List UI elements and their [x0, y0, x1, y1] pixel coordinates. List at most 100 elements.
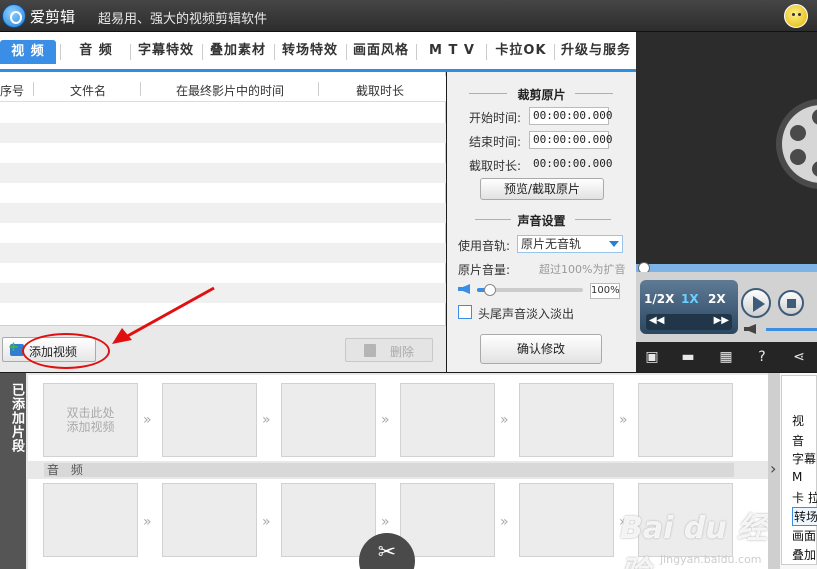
col-header-index[interactable]: 序号	[0, 82, 24, 99]
fade-checkbox[interactable]	[458, 305, 472, 319]
list-row[interactable]	[0, 103, 446, 123]
audio-clip-slot[interactable]	[519, 483, 614, 557]
volume-hint: 超过100%为扩音	[539, 263, 626, 276]
app-window: 爱剪辑 超易用、强大的视频剪辑软件 视 频 音 频 字幕特效 叠加素材 转场特效…	[0, 0, 817, 569]
speed-1x-button[interactable]: 1X	[681, 292, 699, 306]
preview-screen	[636, 32, 817, 264]
new-project-icon[interactable]: ▣	[644, 349, 660, 365]
speaker-icon	[458, 284, 470, 294]
chevron-right-icon: »	[262, 514, 271, 530]
list-footer: 添加视频 删除	[0, 325, 446, 372]
save-icon[interactable]: ▦	[718, 349, 734, 365]
tab-transition-effects[interactable]: 转场特效	[276, 38, 344, 64]
open-folder-icon[interactable]: ▬	[680, 349, 696, 365]
panel-toggle-chevron-icon[interactable]	[768, 373, 780, 569]
feature-item-karaoke[interactable]: 卡 拉	[792, 489, 817, 506]
delete-button[interactable]: 删除	[345, 338, 433, 362]
list-row[interactable]	[0, 123, 446, 143]
list-row[interactable]	[0, 143, 446, 163]
col-header-final-time[interactable]: 在最终影片中的时间	[176, 82, 284, 99]
added-clips-label: 已添加片段	[0, 373, 26, 569]
end-time-field[interactable]: 00:00:00.000	[529, 131, 612, 149]
video-clip-slot[interactable]	[400, 383, 495, 457]
tab-audio[interactable]: 音 频	[64, 38, 128, 64]
share-icon[interactable]: ⋖	[791, 349, 807, 365]
list-row[interactable]	[0, 303, 446, 323]
audio-track-select[interactable]: 原片无音轨	[517, 235, 623, 253]
speed-2x-button[interactable]: 2X	[708, 292, 726, 306]
list-header: 序号 文件名 在最终影片中的时间 截取时长	[0, 76, 446, 102]
list-rows[interactable]	[0, 103, 446, 325]
tab-upgrade-service[interactable]: 升级与服务	[556, 38, 636, 64]
list-row[interactable]	[0, 183, 446, 203]
shuttle-jog[interactable]	[646, 314, 732, 330]
start-time-field[interactable]: 00:00:00.000	[529, 107, 612, 125]
add-video-button[interactable]: 添加视频	[2, 337, 96, 362]
feature-list: 视 音 字幕 M 卡 拉 转场 画面 叠加	[781, 375, 817, 565]
tab-overlay-materials[interactable]: 叠加素材	[204, 38, 272, 64]
main-tab-bar: 视 频 音 频 字幕特效 叠加素材 转场特效 画面风格 M T V 卡拉OK 升…	[0, 32, 636, 72]
tab-karaoke[interactable]: 卡拉OK	[490, 38, 552, 64]
volume-value-field[interactable]: 100%	[590, 283, 620, 299]
chevron-right-icon: »	[381, 514, 390, 530]
feature-item-overlay[interactable]: 叠加	[792, 546, 816, 563]
scissors-icon: ✂	[377, 540, 397, 565]
speed-half-button[interactable]: 1/2X	[644, 292, 674, 306]
list-row[interactable]	[0, 163, 446, 183]
tab-picture-style[interactable]: 画面风格	[348, 38, 414, 64]
help-icon[interactable]: ?	[754, 349, 770, 365]
confirm-edit-button[interactable]: 确认修改	[480, 334, 602, 364]
video-clip-slot[interactable]: 双击此处添加视频	[43, 383, 138, 457]
add-video-label: 添加视频	[29, 345, 78, 359]
audio-clip-slot[interactable]	[400, 483, 495, 557]
list-row[interactable]	[0, 203, 446, 223]
video-clip-slot[interactable]	[162, 383, 257, 457]
chevron-right-icon: »	[143, 514, 152, 530]
video-clip-slot[interactable]	[519, 383, 614, 457]
tab-video[interactable]: 视 频	[0, 40, 56, 64]
feature-item-picture[interactable]: 画面	[792, 527, 816, 544]
app-slogan: 超易用、强大的视频剪辑软件	[98, 12, 268, 27]
play-button[interactable]	[741, 288, 771, 318]
player-speaker-icon	[744, 324, 756, 334]
col-header-duration[interactable]: 截取时长	[356, 82, 404, 99]
feature-item-transition[interactable]: 转场	[792, 507, 817, 526]
watermark-url: jingyan.baidu.com	[660, 553, 762, 566]
audio-clip-slot[interactable]	[281, 483, 376, 557]
feature-item-subtitle[interactable]: 字幕	[792, 450, 816, 467]
feature-item-video[interactable]: 视	[792, 412, 804, 429]
start-time-label: 开始时间:	[469, 111, 522, 125]
video-clip-slot[interactable]	[281, 383, 376, 457]
audio-clip-slot[interactable]	[162, 483, 257, 557]
chevron-right-icon: »	[500, 412, 509, 428]
seek-bar[interactable]	[636, 262, 817, 274]
col-header-filename[interactable]: 文件名	[70, 82, 106, 99]
list-row[interactable]	[0, 263, 446, 283]
film-reel-icon	[776, 99, 817, 189]
volume-slider-handle[interactable]	[484, 284, 496, 296]
app-name: 爱剪辑	[30, 8, 76, 26]
feature-item-audio[interactable]: 音	[792, 432, 804, 449]
tab-mtv[interactable]: M T V	[420, 38, 484, 64]
feature-list-panel: 视 音 字幕 M 卡 拉 转场 画面 叠加	[768, 373, 817, 569]
fade-label: 头尾声音淡入淡出	[478, 307, 575, 321]
volume-slider[interactable]	[477, 284, 583, 296]
list-row[interactable]	[0, 223, 446, 243]
clip-duration-label: 截取时长:	[469, 159, 522, 173]
list-row[interactable]	[0, 283, 446, 303]
audio-clip-slot[interactable]	[43, 483, 138, 557]
preview-clip-button[interactable]: 预览/截取原片	[480, 178, 604, 200]
audio-track-value: 原片无音轨	[521, 237, 582, 251]
user-avatar-icon[interactable]	[784, 4, 808, 28]
feature-item-mtv[interactable]: M	[792, 470, 802, 484]
video-clip-slot[interactable]	[638, 383, 733, 457]
stop-button[interactable]	[778, 290, 804, 316]
list-row[interactable]	[0, 243, 446, 263]
tab-subtitle-effects[interactable]: 字幕特效	[132, 38, 200, 64]
player-volume-slider[interactable]	[766, 328, 817, 331]
section-title-clip: 裁剪原片	[517, 88, 566, 102]
chevron-right-icon: »	[262, 412, 271, 428]
timeline: 已添加片段 双击此处添加视频 » » » » » 音 频 » » » » » ✂…	[0, 373, 768, 569]
stop-icon	[787, 299, 796, 308]
volume-label: 原片音量:	[458, 263, 511, 277]
